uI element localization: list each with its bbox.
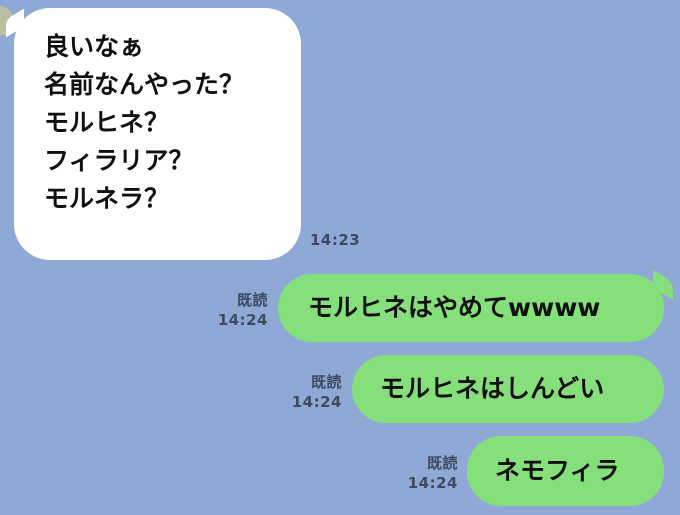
outgoing-message-text: ネモフィラ — [495, 456, 620, 485]
message-time: 14:24 — [407, 474, 458, 492]
outgoing-message-meta: 既読 14:24 — [200, 290, 268, 330]
read-receipt: 既読 — [426, 454, 458, 472]
outgoing-message-bubble[interactable]: モルヒネはしんどい — [352, 355, 664, 423]
outgoing-message-meta: 既読 14:24 — [388, 453, 458, 493]
outgoing-message-bubble[interactable]: ネモフィラ — [467, 436, 664, 506]
message-time: 14:24 — [291, 393, 342, 411]
message-time: 14:24 — [217, 311, 268, 329]
incoming-message-bubble[interactable]: 良いなぁ 名前なんやった？ モルヒネ？ フィラリア？ モルネラ？ — [14, 8, 301, 260]
outgoing-message-bubble[interactable]: モルヒネはやめてwwww — [278, 274, 664, 342]
read-receipt: 既読 — [236, 291, 268, 309]
outgoing-message-meta: 既読 14:24 — [272, 372, 342, 412]
outgoing-message-text: モルヒネはやめてwwww — [308, 293, 601, 322]
incoming-message-time: 14:23 — [310, 231, 361, 249]
read-receipt: 既読 — [310, 373, 342, 391]
outgoing-message-text: モルヒネはしんどい — [380, 374, 605, 403]
incoming-message-text: 良いなぁ 名前なんやった？ モルヒネ？ フィラリア？ モルネラ？ — [44, 32, 245, 213]
